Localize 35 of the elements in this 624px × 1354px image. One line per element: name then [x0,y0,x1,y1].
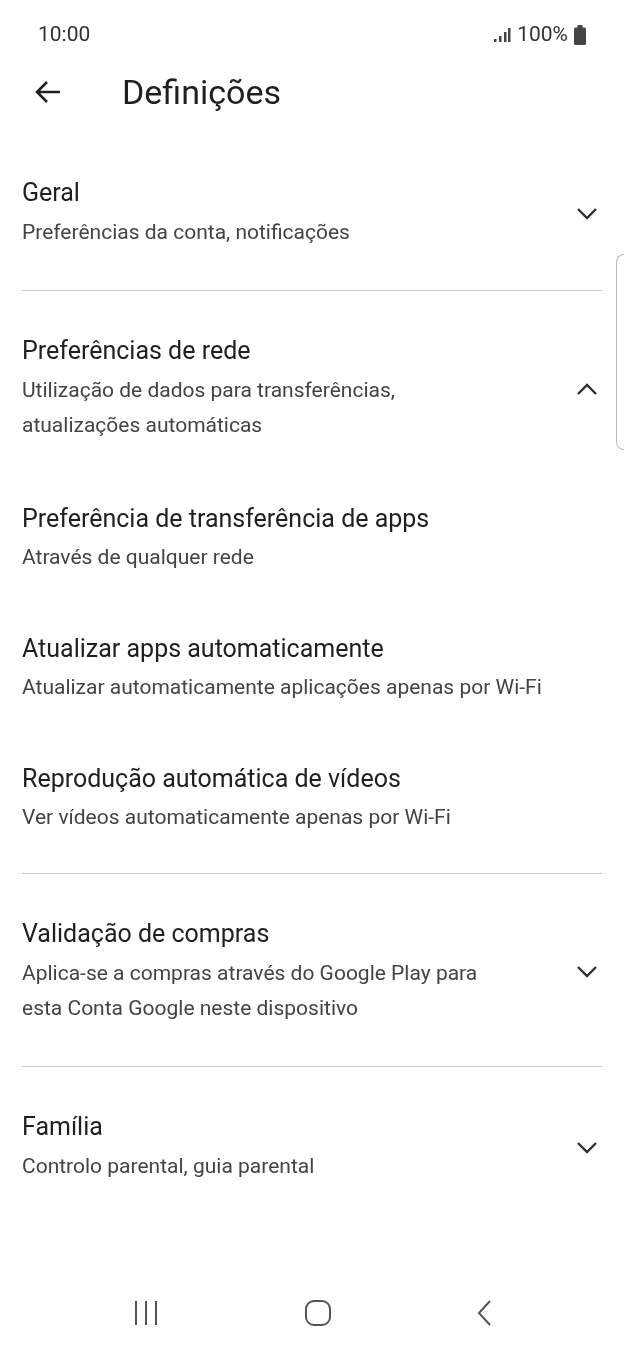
item-subtitle: Atualizar automaticamente aplicações apenas por Wi-Fi [22,674,543,701]
item-subtitle: Através de qualquer rede [22,544,255,571]
settings-section-header[interactable]: Geral Preferências da conta, notificações [22,132,602,290]
settings-item[interactable]: Preferência de transferência de apps Através de qualquer rede [22,483,602,613]
item-subtitle: Ver vídeos automaticamente apenas por Wi-Fi [22,804,452,831]
section-title: Família [22,1111,104,1143]
chevron-up-icon [576,382,598,396]
settings-section-header[interactable]: Validação de compras Aplica-se a compras através do Google Play para esta Conta Google neste dispositivo [22,874,602,1066]
settings-section-header[interactable]: Preferências de rede Utilização de dados para transferências, atualizações automáticas [22,291,602,483]
section-subtitle: Preferências da conta, notificações [22,219,350,246]
chevron-down-icon [576,206,598,221]
back-arrow-icon[interactable] [34,80,62,104]
status-time: 10:00 [38,21,91,49]
settings-section-header[interactable]: Família Controlo parental, guia parental [22,1067,602,1224]
back-icon[interactable] [476,1299,492,1327]
settings-item[interactable]: Atualizar apps automaticamente Atualizar automaticamente aplicações apenas por Wi-Fi [22,613,602,743]
section-title: Preferências de rede [22,335,252,367]
section-title: Geral [22,177,81,209]
section-subtitle: Controlo parental, guia parental [22,1153,315,1180]
home-icon[interactable] [304,1299,332,1327]
item-title: Reprodução automática de vídeos [22,763,402,795]
page-title: Definições [122,70,281,114]
section-subtitle: Aplica-se a compras através do Google Play para esta Conta Google neste dispositivo [22,960,479,1022]
section-title: Validação de compras [22,918,271,950]
battery-icon [574,25,586,45]
item-title: Atualizar apps automaticamente [22,633,385,665]
signal-icon [493,27,512,43]
scroll-handle[interactable] [616,254,624,450]
item-title: Preferência de transferência de apps [22,503,431,535]
chevron-down-icon [576,1140,598,1155]
section-subtitle: Utilização de dados para transferências, atualizações automáticas [22,377,396,439]
battery-percent: 100% [517,21,568,49]
chevron-down-icon [576,965,598,979]
settings-item[interactable]: Reprodução automática de vídeos Ver vídeos automaticamente apenas por Wi-Fi [22,743,602,873]
recent-apps-icon[interactable] [132,1300,160,1326]
